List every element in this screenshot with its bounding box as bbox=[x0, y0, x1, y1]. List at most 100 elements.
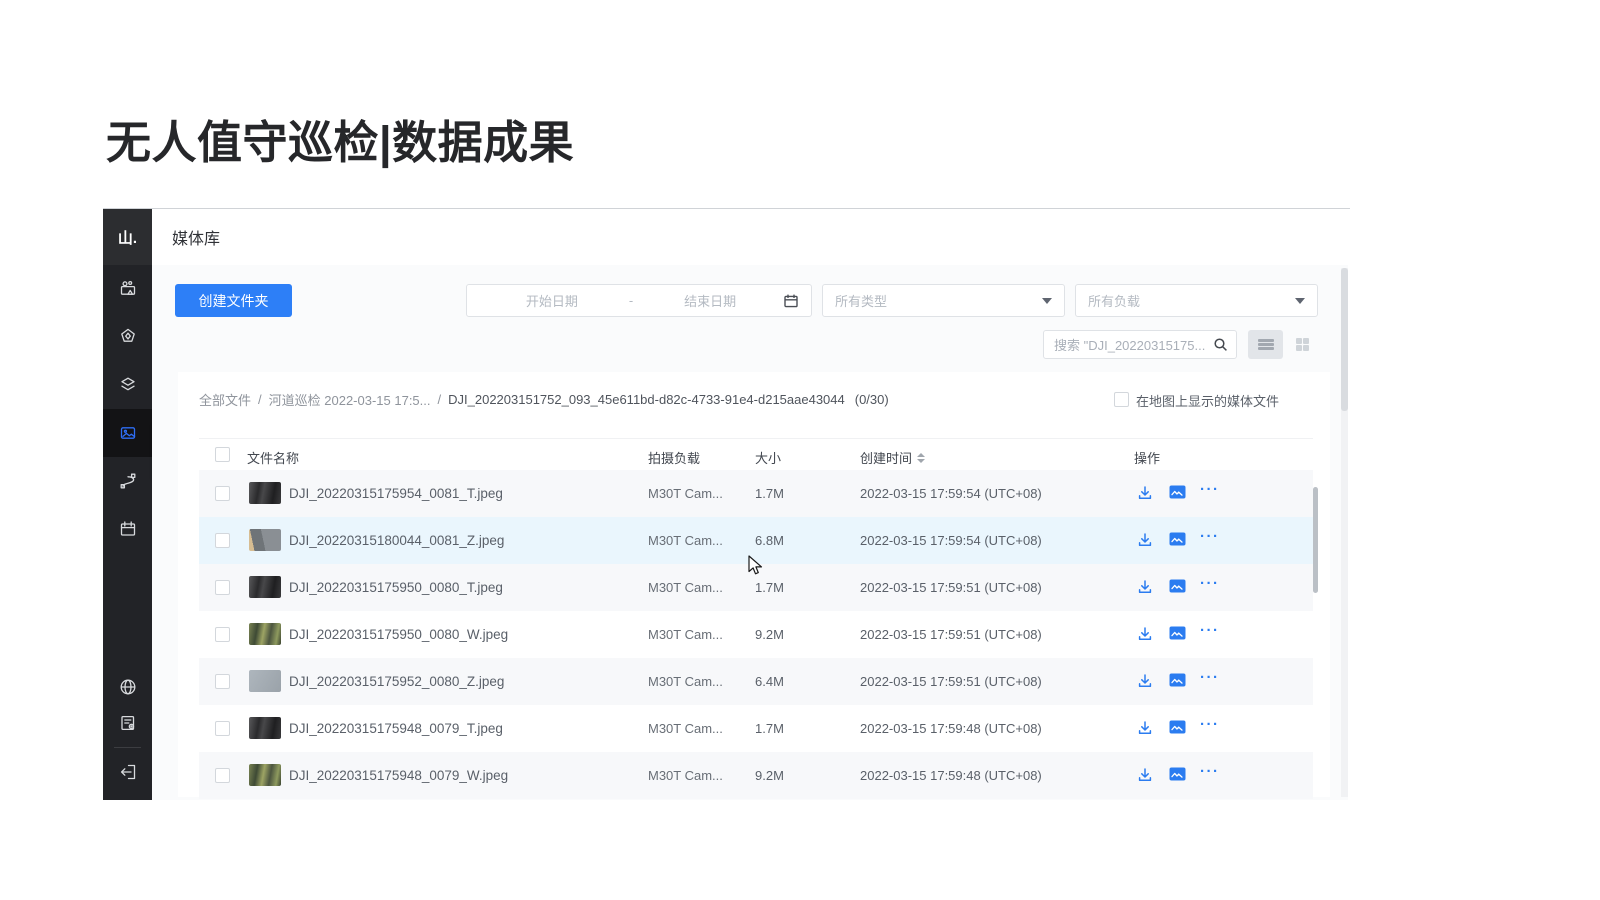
breadcrumb-separator: / bbox=[438, 392, 442, 407]
create-folder-label: 创建文件夹 bbox=[199, 291, 269, 311]
column-file-name: 文件名称 bbox=[247, 448, 299, 467]
more-actions-button[interactable]: ··· bbox=[1200, 528, 1220, 545]
row-checkbox[interactable] bbox=[215, 627, 230, 642]
download-button[interactable] bbox=[1137, 767, 1153, 788]
breadcrumb-root[interactable]: 全部文件 bbox=[199, 390, 251, 409]
sidebar-item-map-annotation[interactable] bbox=[103, 313, 152, 361]
media-preview-icon bbox=[1169, 626, 1186, 640]
file-size: 9.2M bbox=[755, 627, 784, 642]
row-checkbox[interactable] bbox=[215, 674, 230, 689]
download-icon bbox=[1137, 720, 1153, 736]
row-checkbox[interactable] bbox=[215, 580, 230, 595]
module-title: 媒体库 bbox=[172, 225, 220, 249]
file-size: 6.4M bbox=[755, 674, 784, 689]
more-actions-button[interactable]: ··· bbox=[1200, 481, 1220, 498]
schedule-icon bbox=[118, 519, 138, 539]
panel-scrollbar-thumb[interactable] bbox=[1341, 268, 1348, 411]
breadcrumb-current: DJI_202203151752_093_45e611bd-d82c-4733-… bbox=[448, 392, 845, 407]
map-filter-checkbox[interactable] bbox=[1114, 392, 1129, 407]
payload-filter-value: 所有负载 bbox=[1088, 291, 1140, 310]
type-filter-select[interactable]: 所有类型 bbox=[822, 284, 1065, 317]
file-thumbnail[interactable] bbox=[249, 623, 281, 645]
preview-button[interactable] bbox=[1169, 720, 1186, 739]
file-name[interactable]: DJI_20220315175948_0079_T.jpeg bbox=[289, 721, 503, 736]
file-name[interactable]: DJI_20220315175954_0081_T.jpeg bbox=[289, 486, 503, 501]
preview-button[interactable] bbox=[1169, 673, 1186, 692]
preview-button[interactable] bbox=[1169, 485, 1186, 504]
file-name[interactable]: DJI_20220315180044_0081_Z.jpeg bbox=[289, 533, 504, 548]
file-name[interactable]: DJI_20220315175950_0080_T.jpeg bbox=[289, 580, 503, 595]
sidebar-logo[interactable]: 山. bbox=[103, 209, 152, 265]
download-button[interactable] bbox=[1137, 626, 1153, 647]
preview-button[interactable] bbox=[1169, 767, 1186, 786]
file-thumbnail[interactable] bbox=[249, 482, 281, 504]
file-payload: M30T Cam... bbox=[648, 768, 723, 783]
file-thumbnail[interactable] bbox=[249, 576, 281, 598]
file-thumbnail[interactable] bbox=[249, 670, 281, 692]
preview-button[interactable] bbox=[1169, 579, 1186, 598]
sidebar-item-devices[interactable] bbox=[103, 265, 152, 313]
download-button[interactable] bbox=[1137, 720, 1153, 741]
media-preview-icon bbox=[1169, 673, 1186, 687]
download-button[interactable] bbox=[1137, 673, 1153, 694]
list-view-button[interactable] bbox=[1248, 330, 1283, 359]
sidebar-item-media-library[interactable] bbox=[103, 409, 152, 457]
row-checkbox[interactable] bbox=[215, 486, 230, 501]
download-icon bbox=[1137, 673, 1153, 689]
column-created[interactable]: 创建时间 bbox=[860, 448, 925, 467]
file-thumbnail[interactable] bbox=[249, 764, 281, 786]
download-icon bbox=[1137, 626, 1153, 642]
file-size: 6.8M bbox=[755, 533, 784, 548]
file-name[interactable]: DJI_20220315175948_0079_W.jpeg bbox=[289, 768, 508, 783]
more-actions-button[interactable]: ··· bbox=[1200, 622, 1220, 639]
table-scrollbar-thumb[interactable] bbox=[1313, 487, 1318, 593]
file-created: 2022-03-15 17:59:54 (UTC+08) bbox=[860, 533, 1042, 548]
sidebar-item-route[interactable] bbox=[103, 457, 152, 505]
file-payload: M30T Cam... bbox=[648, 533, 723, 548]
date-range-picker[interactable]: 开始日期 - 结束日期 bbox=[466, 284, 812, 317]
row-checkbox[interactable] bbox=[215, 768, 230, 783]
sidebar-divider bbox=[114, 747, 141, 748]
sort-icon[interactable] bbox=[917, 453, 925, 463]
file-thumbnail[interactable] bbox=[249, 529, 281, 551]
create-folder-button[interactable]: 创建文件夹 bbox=[175, 284, 292, 317]
file-name[interactable]: DJI_20220315175952_0080_Z.jpeg bbox=[289, 674, 504, 689]
module-header: 媒体库 bbox=[152, 209, 1348, 265]
row-checkbox[interactable] bbox=[215, 533, 230, 548]
selection-count: (0/30) bbox=[855, 392, 889, 407]
download-button[interactable] bbox=[1137, 579, 1153, 600]
file-size: 9.2M bbox=[755, 768, 784, 783]
more-actions-button[interactable]: ··· bbox=[1200, 575, 1220, 592]
file-thumbnail[interactable] bbox=[249, 717, 281, 739]
file-created: 2022-03-15 17:59:51 (UTC+08) bbox=[860, 674, 1042, 689]
sidebar-item-language[interactable] bbox=[103, 670, 152, 704]
preview-button[interactable] bbox=[1169, 532, 1186, 551]
type-filter-value: 所有类型 bbox=[835, 291, 887, 310]
grid-view-button[interactable] bbox=[1286, 330, 1319, 359]
download-button[interactable] bbox=[1137, 485, 1153, 506]
row-checkbox[interactable] bbox=[215, 721, 230, 736]
payload-filter-select[interactable]: 所有负载 bbox=[1075, 284, 1318, 317]
more-actions-button[interactable]: ··· bbox=[1200, 716, 1220, 733]
start-date-placeholder: 开始日期 bbox=[479, 291, 625, 310]
more-actions-button[interactable]: ··· bbox=[1200, 763, 1220, 780]
sidebar-item-flight-logs[interactable] bbox=[103, 706, 152, 740]
more-actions-button[interactable]: ··· bbox=[1200, 669, 1220, 686]
sidebar-item-exit[interactable] bbox=[103, 755, 152, 789]
file-payload: M30T Cam... bbox=[648, 486, 723, 501]
preview-button[interactable] bbox=[1169, 626, 1186, 645]
table-row: DJI_20220315175950_0080_T.jpeg M30T Cam.… bbox=[199, 564, 1313, 611]
download-button[interactable] bbox=[1137, 532, 1153, 553]
sidebar-item-layers[interactable] bbox=[103, 361, 152, 409]
select-all-checkbox[interactable] bbox=[215, 447, 230, 462]
download-icon bbox=[1137, 767, 1153, 783]
map-filter-label[interactable]: 在地图上显示的媒体文件 bbox=[1136, 391, 1279, 410]
file-name[interactable]: DJI_20220315175950_0080_W.jpeg bbox=[289, 627, 508, 642]
sidebar-item-schedule[interactable] bbox=[103, 505, 152, 553]
search-icon bbox=[1213, 337, 1228, 352]
search-input[interactable]: 搜索 "DJI_20220315175... bbox=[1043, 330, 1237, 359]
breadcrumb-folder[interactable]: 河道巡检 2022-03-15 17:5... bbox=[269, 390, 431, 409]
layers-icon bbox=[118, 375, 138, 395]
file-created: 2022-03-15 17:59:54 (UTC+08) bbox=[860, 486, 1042, 501]
column-payload: 拍摄负载 bbox=[648, 448, 700, 467]
